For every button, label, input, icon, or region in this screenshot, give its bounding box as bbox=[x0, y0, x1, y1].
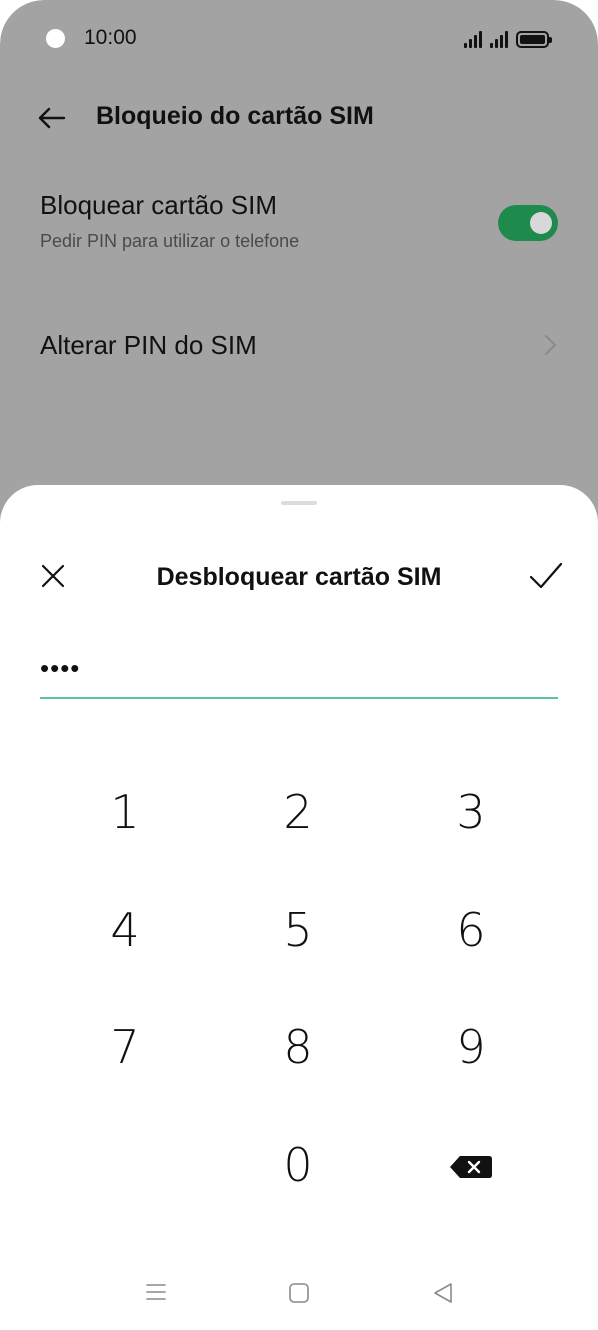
key-3[interactable]: 3 bbox=[411, 772, 531, 852]
navigation-bar bbox=[0, 1270, 598, 1320]
backspace-icon[interactable] bbox=[450, 1156, 492, 1178]
battery-icon bbox=[516, 31, 552, 48]
notification-dot-icon bbox=[46, 29, 65, 48]
key-8[interactable]: 8 bbox=[238, 1007, 358, 1087]
drag-handle[interactable] bbox=[281, 501, 317, 505]
key-6[interactable]: 6 bbox=[411, 890, 531, 970]
pin-input[interactable]: •••• bbox=[40, 645, 558, 699]
home-icon[interactable] bbox=[288, 1282, 310, 1304]
key-0[interactable]: 0 bbox=[238, 1125, 358, 1205]
unlock-sim-sheet: Desbloquear cartão SIM •••• 1 2 3 4 5 6 … bbox=[0, 485, 598, 1330]
check-icon[interactable] bbox=[528, 559, 564, 593]
phone-screen: 10:00 Bloqueio do cartão SIM Bloquear ca… bbox=[0, 0, 598, 1330]
back-arrow-icon[interactable] bbox=[36, 102, 68, 134]
page-title: Bloqueio do cartão SIM bbox=[96, 102, 374, 130]
key-2[interactable]: 2 bbox=[238, 772, 358, 852]
status-bar: 10:00 bbox=[0, 0, 598, 76]
lock-sim-row[interactable]: Bloquear cartão SIM Pedir PIN para utili… bbox=[40, 190, 560, 270]
menu-icon[interactable] bbox=[146, 1282, 166, 1302]
chevron-right-icon bbox=[545, 335, 556, 355]
key-1[interactable]: 1 bbox=[65, 772, 185, 852]
key-7[interactable]: 7 bbox=[65, 1007, 185, 1087]
lock-sim-title: Bloquear cartão SIM bbox=[40, 190, 278, 220]
change-pin-row[interactable]: Alterar PIN do SIM bbox=[40, 330, 257, 361]
key-4[interactable]: 4 bbox=[65, 890, 185, 970]
status-icons bbox=[464, 28, 552, 48]
toggle-knob bbox=[530, 212, 552, 234]
dialog-title: Desbloquear cartão SIM bbox=[156, 563, 442, 591]
signal-icon bbox=[464, 31, 482, 48]
nav-back-icon[interactable] bbox=[432, 1282, 454, 1304]
signal-icon-2 bbox=[490, 31, 508, 48]
app-bar: Bloqueio do cartão SIM bbox=[0, 88, 598, 148]
key-9[interactable]: 9 bbox=[411, 1007, 531, 1087]
pin-value: •••• bbox=[40, 653, 81, 683]
status-time: 10:00 bbox=[84, 26, 137, 49]
key-5[interactable]: 5 bbox=[238, 890, 358, 970]
settings-background: 10:00 Bloqueio do cartão SIM Bloquear ca… bbox=[0, 0, 598, 560]
lock-sim-subtitle: Pedir PIN para utilizar o telefone bbox=[40, 231, 300, 251]
lock-sim-toggle[interactable] bbox=[498, 205, 558, 241]
